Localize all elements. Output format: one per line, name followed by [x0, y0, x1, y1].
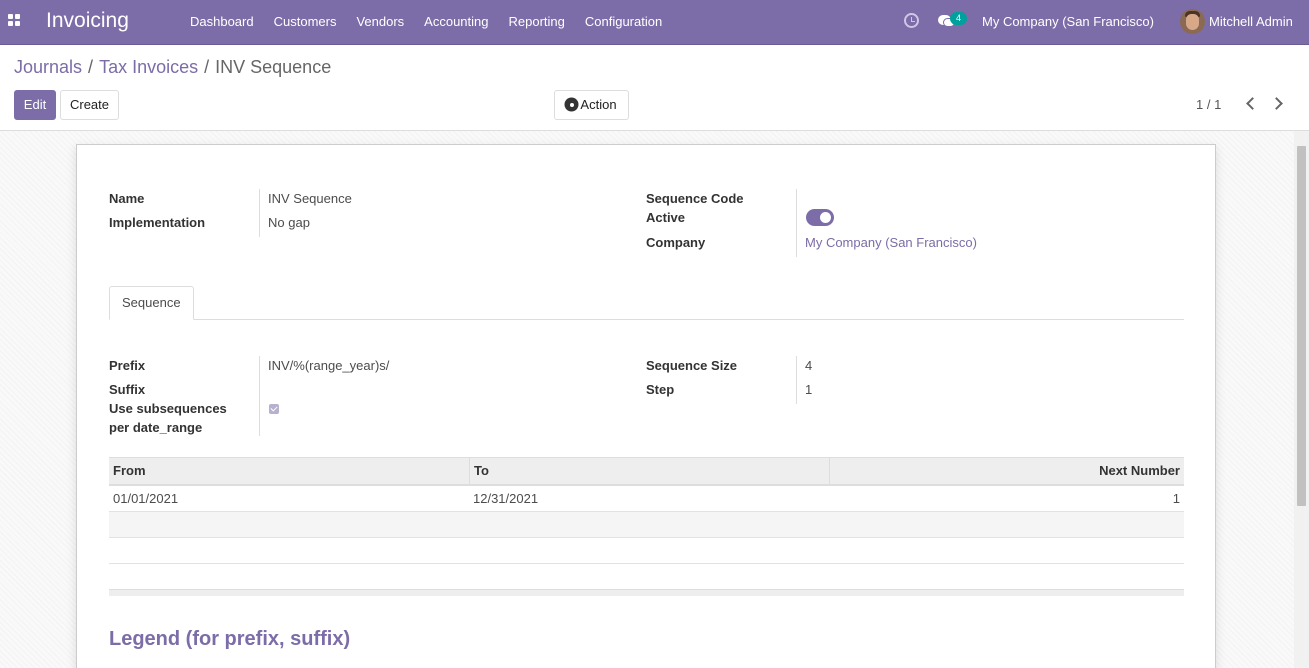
implementation-value: No gap [268, 215, 310, 230]
messages-count-badge: 4 [950, 12, 967, 25]
tab-sequence[interactable]: Sequence [109, 286, 194, 320]
scrollbar[interactable] [1294, 131, 1309, 668]
clock-icon[interactable] [904, 13, 919, 28]
breadcrumb-journals[interactable]: Journals [14, 57, 82, 77]
chevron-left-icon[interactable] [1246, 97, 1259, 110]
breadcrumb-current: INV Sequence [215, 57, 332, 77]
empty-row [109, 512, 1184, 538]
company-switcher[interactable]: My Company (San Francisco) [982, 14, 1154, 29]
suffix-label: Suffix [109, 382, 146, 397]
menu-accounting[interactable]: Accounting [414, 0, 498, 44]
avatar[interactable] [1180, 9, 1205, 34]
gear-icon [566, 99, 578, 110]
empty-row [109, 538, 1184, 564]
sequence-size-label: Sequence Size [646, 358, 738, 373]
use-subsequences-checkbox[interactable] [269, 404, 279, 414]
form-view-background: Name Implementation INV Sequence No gap … [0, 130, 1309, 668]
table-header: From To Next Number [109, 457, 1184, 486]
edit-button[interactable]: Edit [14, 90, 56, 120]
user-menu[interactable]: Mitchell Admin [1209, 14, 1293, 29]
chevron-right-icon[interactable] [1270, 97, 1283, 110]
breadcrumb: Journals / Tax Invoices / INV Sequence [14, 57, 331, 78]
action-label: Action [580, 97, 617, 112]
table-row[interactable]: 01/01/2021 12/31/2021 1 [109, 486, 1184, 512]
prefix-value: INV/%(range_year)s/ [268, 358, 390, 373]
breadcrumb-tax-invoices[interactable]: Tax Invoices [99, 57, 198, 77]
menu-vendors[interactable]: Vendors [346, 0, 414, 44]
name-label: Name [109, 191, 145, 206]
use-subsequences-label-line2: per date_range [109, 420, 203, 435]
active-label: Active [646, 210, 686, 225]
pager-value[interactable]: 1 / 1 [1196, 97, 1221, 112]
use-subsequences-label-line1: Use subsequences [109, 401, 227, 416]
implementation-label: Implementation [109, 215, 206, 230]
cell-from: 01/01/2021 [113, 491, 179, 506]
top-navbar: Invoicing Dashboard Customers Vendors Ac… [0, 0, 1309, 45]
action-button[interactable]: Action [554, 90, 629, 120]
legend-title: Legend (for prefix, suffix) [109, 628, 351, 650]
form-sheet: Name Implementation INV Sequence No gap … [76, 144, 1216, 668]
sequence-size-value: 4 [805, 358, 813, 373]
date-range-table: From To Next Number 01/01/2021 12/31/202… [109, 457, 1184, 596]
field-separator [796, 356, 797, 404]
menu-reporting[interactable]: Reporting [499, 0, 575, 44]
column-from[interactable]: From [109, 458, 469, 485]
cell-next-number: 1 [1172, 491, 1180, 506]
cell-to: 12/31/2021 [473, 491, 539, 506]
name-value: INV Sequence [268, 191, 352, 206]
step-label: Step [646, 382, 675, 397]
field-separator [259, 189, 260, 237]
notebook-tabs: Sequence [109, 286, 1184, 320]
create-button[interactable]: Create [60, 90, 119, 120]
sequence-code-label: Sequence Code [646, 191, 744, 206]
main-menu: Dashboard Customers Vendors Accounting R… [180, 0, 672, 44]
column-next-number[interactable]: Next Number [829, 458, 1184, 485]
prefix-label: Prefix [109, 358, 146, 373]
field-separator [796, 189, 797, 257]
menu-customers[interactable]: Customers [264, 0, 347, 44]
company-link[interactable]: My Company (San Francisco) [805, 235, 977, 250]
step-value: 1 [805, 382, 813, 397]
column-to[interactable]: To [469, 458, 829, 485]
breadcrumb-separator: / [88, 57, 94, 77]
field-separator [259, 356, 260, 436]
scrollbar-thumb[interactable] [1297, 146, 1306, 506]
apps-grid-icon[interactable] [8, 14, 22, 28]
app-title[interactable]: Invoicing [46, 9, 129, 33]
table-footer [109, 589, 1184, 596]
menu-configuration[interactable]: Configuration [575, 0, 672, 44]
active-toggle[interactable] [806, 209, 834, 226]
menu-dashboard[interactable]: Dashboard [180, 0, 264, 44]
breadcrumb-separator: / [204, 57, 210, 77]
company-label: Company [646, 235, 706, 250]
